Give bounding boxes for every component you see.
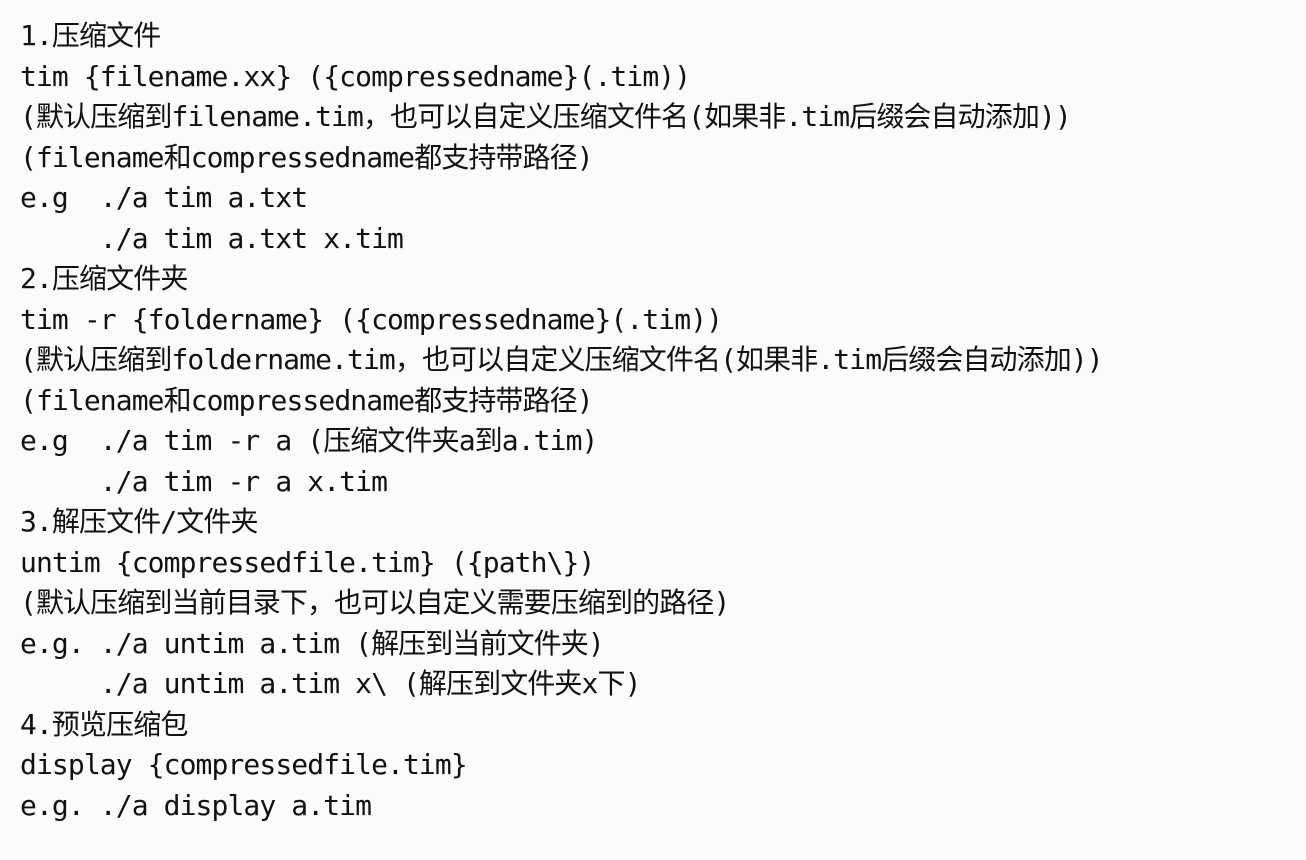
description-line: (filename和compressedname都支持带路径) (20, 383, 594, 417)
description-line: (filename和compressedname都支持带路径) (20, 140, 594, 174)
description-line: (默认压缩到foldername.tim，也可以自定义压缩文件名(如果非.tim… (20, 343, 1104, 376)
description-line: (默认压缩到当前目录下，也可以自定义需要压缩到的路径) (20, 586, 730, 619)
example-line: e.g. ./a display a.tim (20, 788, 372, 822)
command-syntax-display: display {compressedfile.tim} (20, 748, 468, 781)
description-line: (默认压缩到filename.tim，也可以自定义压缩文件名(如果非.tim后缀… (20, 100, 1072, 133)
command-syntax-tim-r: tim -r {foldername} ({compressedname}(.t… (20, 302, 723, 336)
example-line: e.g. ./a untim a.tim (解压到当前文件夹) (20, 626, 605, 660)
command-syntax-tim: tim {filename.xx} ({compressedname}(.tim… (20, 59, 691, 93)
example-line: e.g ./a tim a.txt (20, 181, 308, 214)
example-line: ./a untim a.tim x\ (解压到文件夹x下) (20, 667, 642, 700)
section-heading-preview: 4.预览压缩包 (20, 707, 188, 741)
section-heading-compress-folder: 2.压缩文件夹 (20, 262, 188, 295)
example-line: ./a tim -r a x.tim (20, 464, 388, 498)
section-heading-decompress: 3.解压文件/文件夹 (20, 505, 258, 538)
example-line: e.g ./a tim -r a (压缩文件夹a到a.tim) (20, 424, 598, 457)
example-line: ./a tim a.txt x.tim (20, 221, 404, 255)
command-syntax-untim: untim {compressedfile.tim} ({path\}) (20, 545, 595, 579)
section-heading-compress-file: 1.压缩文件 (20, 19, 161, 52)
document-body: 1.压缩文件 tim {filename.xx} ({compressednam… (20, 16, 1306, 826)
